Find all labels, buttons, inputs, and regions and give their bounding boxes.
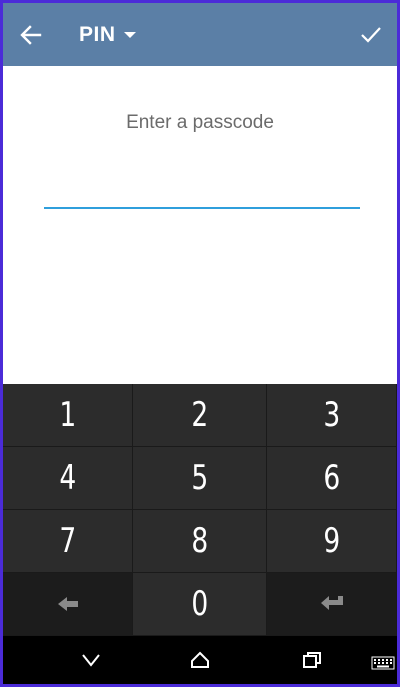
nav-back-icon <box>82 654 100 667</box>
back-button[interactable] <box>15 19 47 51</box>
arrow-left-icon <box>57 597 78 611</box>
passcode-prompt: Enter a passcode <box>126 112 274 133</box>
app-bar: PIN <box>3 3 397 66</box>
key-8-label: 8 <box>191 521 208 561</box>
key-left-arrow[interactable] <box>3 573 133 636</box>
home-icon <box>191 651 209 668</box>
caret-down-icon <box>123 31 136 38</box>
key-1-label: 1 <box>59 395 76 435</box>
key-0[interactable]: 0 <box>133 573 267 636</box>
key-4[interactable]: 4 <box>3 447 133 510</box>
system-nav-bar <box>3 636 397 684</box>
recents-icon <box>303 652 321 668</box>
keyboard-icon <box>371 656 395 670</box>
pin-type-dropdown[interactable]: PIN <box>79 3 136 66</box>
arrow-left-icon <box>20 25 42 45</box>
nav-home-button[interactable] <box>176 636 224 684</box>
key-4-label: 4 <box>59 458 76 498</box>
screen: PIN Enter a passcode 1 2 3 4 5 6 7 8 9 0 <box>0 0 400 687</box>
key-backspace[interactable] <box>267 573 397 636</box>
key-6-label: 6 <box>323 458 340 498</box>
key-3[interactable]: 3 <box>267 384 397 447</box>
key-9[interactable]: 9 <box>267 510 397 573</box>
key-8[interactable]: 8 <box>133 510 267 573</box>
passcode-input[interactable] <box>44 173 360 209</box>
key-3-label: 3 <box>323 395 340 435</box>
backspace-icon <box>320 596 343 610</box>
nav-back-button[interactable] <box>67 636 115 684</box>
key-5-label: 5 <box>191 458 208 498</box>
numeric-keypad: 1 2 3 4 5 6 7 8 9 0 <box>3 384 397 636</box>
key-5[interactable]: 5 <box>133 447 267 510</box>
keyboard-switch-button[interactable] <box>371 656 395 670</box>
key-1[interactable]: 1 <box>3 384 133 447</box>
confirm-button[interactable] <box>355 19 387 51</box>
key-2[interactable]: 2 <box>133 384 267 447</box>
key-9-label: 9 <box>323 521 340 561</box>
key-7-label: 7 <box>59 521 76 561</box>
key-7[interactable]: 7 <box>3 510 133 573</box>
key-2-label: 2 <box>191 395 208 435</box>
checkmark-icon <box>361 27 381 43</box>
key-0-label: 0 <box>191 584 208 624</box>
key-6[interactable]: 6 <box>267 447 397 510</box>
page-title: PIN <box>79 22 116 46</box>
nav-recents-button[interactable] <box>288 636 336 684</box>
